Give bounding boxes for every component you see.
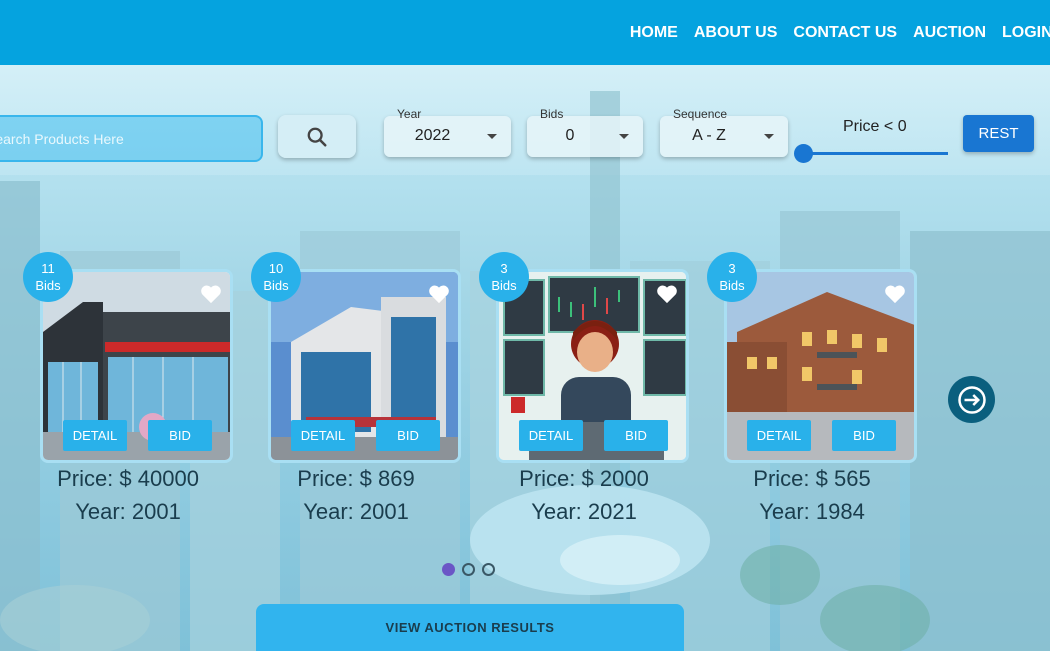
bids-word: Bids	[491, 278, 517, 293]
bids-count: 11	[41, 261, 55, 276]
search-icon	[307, 127, 327, 147]
bids-count: 3	[500, 261, 508, 276]
product-price: Price: $ 869	[297, 466, 415, 491]
product-card[interactable]: DETAIL BID	[496, 269, 689, 463]
nav-login-link[interactable]: LOGIN	[1002, 24, 1050, 42]
product-year: Year: 2001	[75, 499, 181, 524]
bid-button[interactable]: BID	[832, 420, 896, 451]
bids-select-value: 0	[565, 127, 575, 144]
product-price: Price: $ 40000	[57, 466, 199, 491]
sequence-select-value: A - Z	[692, 127, 726, 144]
product-year: Year: 2021	[531, 499, 637, 524]
search-input[interactable]	[0, 117, 261, 160]
product-card[interactable]: DETAIL BID	[268, 269, 461, 463]
arrow-right-icon	[957, 385, 986, 414]
carousel-pagination	[442, 563, 495, 576]
search-box	[0, 115, 263, 162]
heart-icon[interactable]	[428, 284, 450, 304]
product-price: Price: $ 2000	[519, 466, 649, 491]
bids-word: Bids	[35, 278, 61, 293]
bids-select[interactable]: Bids 0	[527, 107, 643, 157]
heart-icon[interactable]	[884, 284, 906, 304]
price-slider-track[interactable]	[804, 152, 948, 155]
bids-count: 10	[268, 261, 284, 276]
carousel-next-button[interactable]	[948, 376, 995, 423]
view-auction-results-button[interactable]: VIEW AUCTION RESULTS	[256, 604, 684, 651]
top-navbar: HOME ABOUT US CONTACT US AUCTION LOGIN	[0, 0, 1050, 65]
bids-count: 3	[728, 261, 736, 276]
chevron-down-icon	[764, 134, 774, 139]
bids-badge: 11 Bids	[23, 252, 73, 302]
nav-contact-link[interactable]: CONTACT US	[793, 24, 897, 42]
product-year: Year: 2001	[303, 499, 409, 524]
price-slider-thumb[interactable]	[794, 144, 813, 163]
bids-badge: 10 Bids	[251, 252, 301, 302]
sequence-select[interactable]: Sequence A - Z	[660, 107, 788, 157]
price-filter-label: Price < 0	[843, 118, 907, 135]
bid-button[interactable]: BID	[604, 420, 668, 451]
bids-badge: 3 Bids	[479, 252, 529, 302]
product-card[interactable]: DETAIL BID	[724, 269, 917, 463]
product-year: Year: 1984	[759, 499, 865, 524]
year-select[interactable]: Year 2022	[384, 107, 511, 157]
carousel-dot[interactable]	[442, 563, 455, 576]
main-nav: HOME ABOUT US CONTACT US AUCTION LOGIN	[630, 0, 1050, 65]
search-button[interactable]	[278, 115, 356, 158]
year-select-label: Year	[397, 107, 422, 121]
sequence-select-label: Sequence	[673, 107, 728, 121]
carousel-dot[interactable]	[462, 563, 475, 576]
bid-button[interactable]: BID	[376, 420, 440, 451]
product-price: Price: $ 565	[753, 466, 871, 491]
detail-button[interactable]: DETAIL	[291, 420, 355, 451]
bids-word: Bids	[263, 278, 289, 293]
bids-word: Bids	[719, 278, 745, 293]
chevron-down-icon	[487, 134, 497, 139]
nav-about-link[interactable]: ABOUT US	[694, 24, 778, 42]
bid-button[interactable]: BID	[148, 420, 212, 451]
detail-button[interactable]: DETAIL	[519, 420, 583, 451]
carousel-dot[interactable]	[482, 563, 495, 576]
heart-icon[interactable]	[656, 284, 678, 304]
bids-select-label: Bids	[540, 107, 564, 121]
year-select-value: 2022	[414, 127, 451, 144]
nav-auction-link[interactable]: AUCTION	[913, 24, 986, 42]
product-card[interactable]: DETAIL BID	[40, 269, 233, 463]
bids-badge: 3 Bids	[707, 252, 757, 302]
reset-button[interactable]: REST	[963, 115, 1034, 152]
detail-button[interactable]: DETAIL	[747, 420, 811, 451]
nav-home-link[interactable]: HOME	[630, 24, 678, 42]
heart-icon[interactable]	[200, 284, 222, 304]
chevron-down-icon	[619, 134, 629, 139]
detail-button[interactable]: DETAIL	[63, 420, 127, 451]
